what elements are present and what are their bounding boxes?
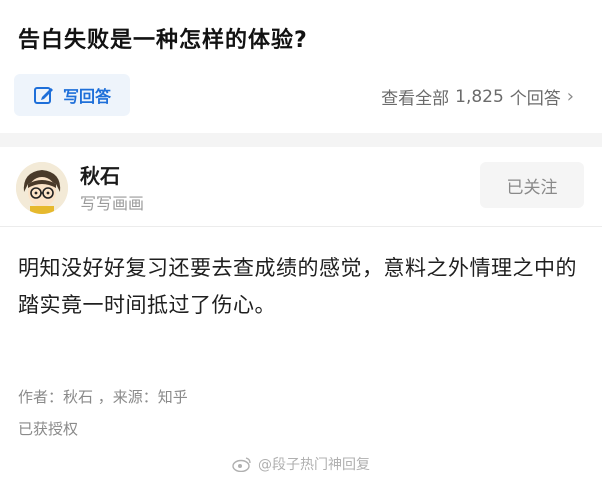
view-all-suffix: 个回答	[509, 89, 561, 109]
view-all-answers-link[interactable]: 查看全部 1,825 个回答 ›	[381, 84, 574, 109]
write-answer-label: 写回答	[62, 87, 111, 106]
author-bio: 写写画画	[80, 194, 145, 213]
section-separator	[0, 133, 602, 147]
answer-count: 1,825	[455, 86, 504, 107]
answer-attribution: 作者：秋石 ，来源：知乎	[18, 388, 188, 406]
author-name[interactable]: 秋石	[80, 160, 120, 189]
question-title: 告白失败是一种怎样的体验?	[18, 28, 308, 53]
write-answer-button[interactable]: 写回答	[14, 74, 130, 116]
pencil-edit-icon	[33, 84, 55, 106]
view-all-prefix: 查看全部	[381, 89, 450, 109]
cartoon-avatar-icon[interactable]	[16, 162, 68, 214]
watermark: @段子热门神回复	[232, 454, 370, 474]
weibo-logo-icon	[232, 456, 252, 473]
answer-body: 明知没好好复习还要去查成绩的感觉，意料之外情理之中的踏实竟一时间抵过了伤心。	[18, 256, 577, 317]
follow-button[interactable]: 已关注	[480, 162, 584, 208]
watermark-text: @段子热门神回复	[258, 457, 370, 473]
follow-label: 已关注	[506, 177, 558, 198]
chevron-right-icon: ›	[566, 86, 574, 107]
header-divider	[0, 226, 602, 227]
license-note: 已获授权	[18, 420, 79, 438]
